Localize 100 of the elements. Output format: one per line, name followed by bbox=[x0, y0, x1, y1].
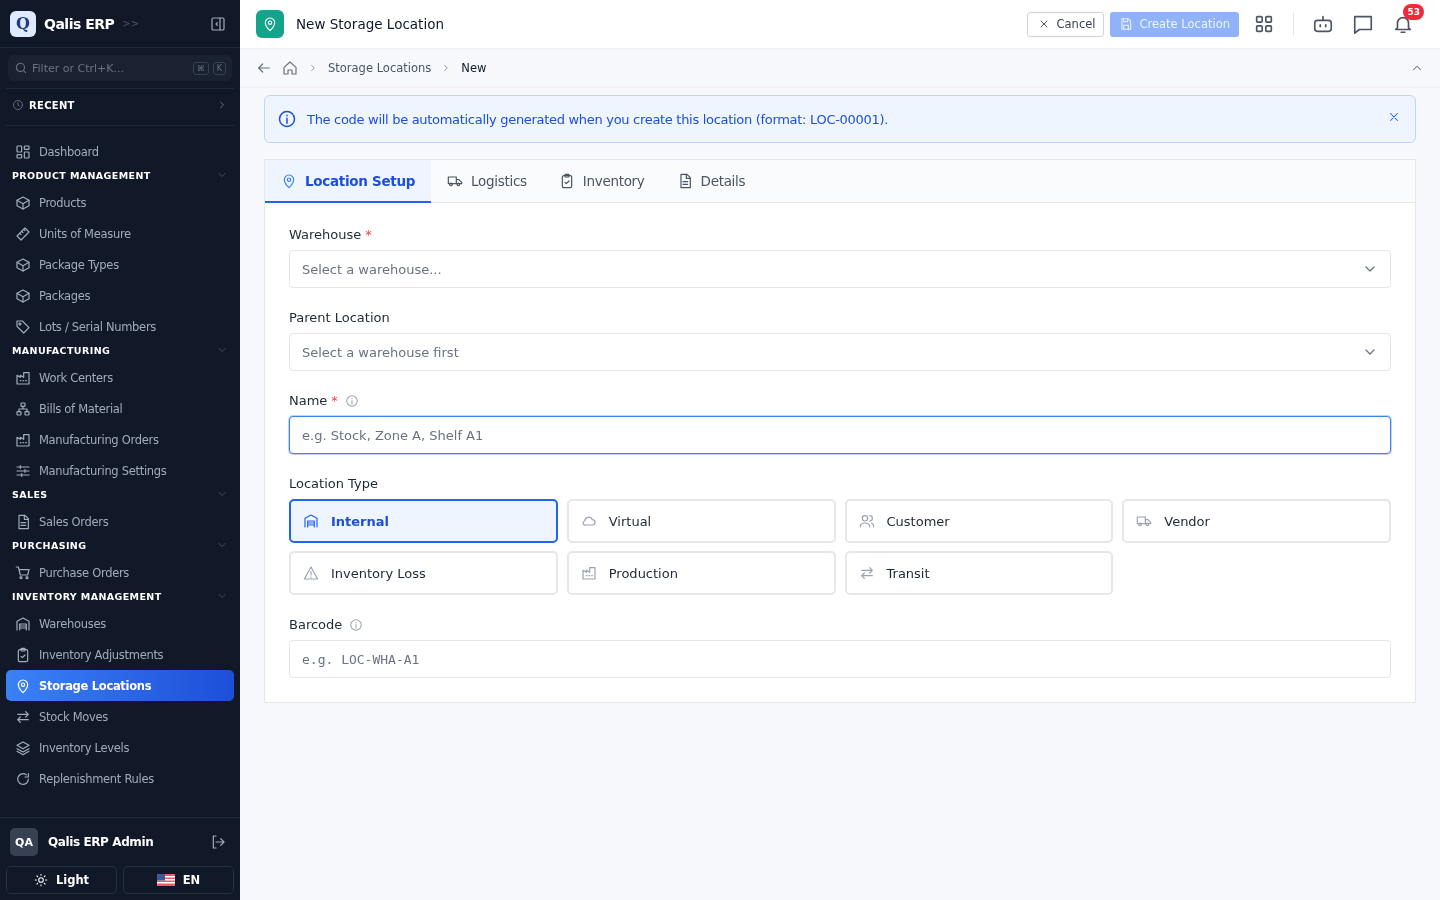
sidebar-item[interactable]: Work Centers bbox=[6, 362, 234, 393]
logo: Q bbox=[10, 10, 36, 37]
field-label: Location Type bbox=[289, 476, 378, 491]
tag-icon bbox=[15, 318, 31, 335]
sidebar-item[interactable]: Inventory Adjustments bbox=[6, 639, 234, 670]
input-field[interactable]: e.g. Stock, Zone A, Shelf A1 bbox=[289, 416, 1391, 454]
notification-badge: 53 bbox=[1403, 4, 1424, 20]
sidebar-item[interactable]: Lots / Serial Numbers bbox=[6, 311, 234, 342]
tab[interactable]: Inventory bbox=[542, 160, 661, 203]
sidebar-item[interactable]: Stock Moves bbox=[6, 701, 234, 732]
location-type-option[interactable]: Inventory Loss bbox=[289, 551, 558, 595]
ruler-icon bbox=[15, 225, 31, 242]
refresh-icon bbox=[15, 770, 31, 787]
sun-icon bbox=[33, 873, 48, 887]
info-icon bbox=[349, 617, 364, 632]
sidebar-item[interactable]: Products bbox=[6, 187, 234, 218]
collapse-sidebar-icon[interactable] bbox=[210, 15, 226, 32]
location-type-option[interactable]: Transit bbox=[844, 551, 1114, 595]
info-icon bbox=[344, 393, 359, 408]
sidebar-item[interactable]: Warehouses bbox=[6, 608, 234, 639]
required-mark: * bbox=[365, 227, 372, 242]
user-name: Qalis ERP Admin bbox=[48, 835, 154, 849]
recent-toggle[interactable]: RECENT bbox=[6, 88, 234, 126]
flag-icon bbox=[156, 874, 175, 886]
location-badge-icon bbox=[256, 10, 284, 38]
close-icon[interactable] bbox=[1387, 110, 1401, 124]
app-name: Qalis ERP bbox=[44, 15, 115, 32]
required-mark: * bbox=[331, 393, 338, 408]
map-pin-icon bbox=[281, 172, 297, 189]
field-label: Barcode bbox=[289, 617, 343, 632]
select-field[interactable]: Select a warehouse... bbox=[289, 250, 1391, 288]
truck-icon bbox=[1136, 513, 1153, 529]
layers-icon bbox=[15, 739, 31, 756]
section-header[interactable]: MANUFACTURING bbox=[6, 342, 234, 362]
user-avatar: QA bbox=[10, 828, 38, 856]
location-type-option[interactable]: Vendor bbox=[1122, 499, 1391, 543]
sidebar-item[interactable]: Units of Measure bbox=[6, 218, 234, 249]
clock-icon bbox=[12, 99, 24, 111]
sidebar-item[interactable]: Package Types bbox=[6, 249, 234, 280]
alert-message: The code will be automatically generated when you create this location (format: LOC-00001). bbox=[307, 111, 889, 127]
dashboard-icon bbox=[15, 143, 31, 160]
sidebar-item[interactable]: Storage Locations bbox=[6, 670, 234, 701]
apps-icon[interactable] bbox=[1253, 13, 1275, 35]
sidebar-item[interactable]: Replenishment Rules bbox=[6, 763, 234, 794]
logout-icon[interactable] bbox=[210, 834, 226, 850]
hierarchy-icon bbox=[15, 400, 31, 417]
back-icon[interactable] bbox=[256, 60, 272, 76]
warehouse-icon bbox=[15, 615, 31, 632]
breadcrumb-current: New bbox=[461, 61, 487, 75]
robot-icon[interactable] bbox=[1312, 13, 1334, 35]
sidebar-item[interactable]: Manufacturing Orders bbox=[6, 424, 234, 455]
users-icon bbox=[858, 513, 875, 529]
shortcut-key: ⌘ bbox=[192, 61, 209, 75]
field-label: Warehouse bbox=[289, 227, 362, 242]
sidebar-item[interactable]: Sales Orders bbox=[6, 506, 234, 537]
factory-icon bbox=[15, 369, 31, 386]
info-icon bbox=[277, 109, 297, 129]
chat-icon[interactable] bbox=[1352, 13, 1374, 35]
section-header[interactable]: SALES bbox=[6, 486, 234, 506]
map-pin-icon bbox=[15, 677, 31, 694]
tab[interactable]: Logistics bbox=[431, 160, 543, 203]
section-header[interactable]: PURCHASING bbox=[6, 537, 234, 557]
warehouse-icon bbox=[303, 513, 319, 529]
location-type-option[interactable]: Production bbox=[566, 551, 836, 595]
document-icon bbox=[15, 513, 31, 530]
sliders-icon bbox=[15, 462, 31, 479]
factory-icon bbox=[580, 565, 597, 581]
factory-icon bbox=[15, 431, 31, 448]
section-header[interactable]: INVENTORY MANAGEMENT bbox=[6, 588, 234, 608]
field-label: Parent Location bbox=[289, 310, 390, 325]
sidebar-item[interactable]: Purchase Orders bbox=[6, 557, 234, 588]
location-type-option[interactable]: Virtual bbox=[566, 499, 836, 543]
field-label: Name bbox=[289, 393, 328, 408]
sidebar-item[interactable]: Inventory Levels bbox=[6, 732, 234, 763]
select-field[interactable]: Select a warehouse first bbox=[289, 333, 1391, 371]
box-icon bbox=[15, 287, 31, 304]
box-icon bbox=[15, 194, 31, 211]
home-icon[interactable] bbox=[282, 60, 298, 76]
cancel-button[interactable]: Cancel bbox=[1026, 11, 1105, 37]
theme-button[interactable]: Light bbox=[6, 866, 117, 894]
shortcut-key: K bbox=[212, 61, 226, 75]
section-header[interactable]: PRODUCT MANAGEMENT bbox=[6, 167, 234, 187]
arrows-icon bbox=[858, 565, 875, 581]
clipboard-icon bbox=[15, 646, 31, 663]
sidebar-item[interactable]: Dashboard bbox=[6, 136, 234, 167]
location-type-option[interactable]: Internal bbox=[289, 499, 558, 543]
location-type-option[interactable]: Customer bbox=[844, 499, 1114, 543]
sidebar-item[interactable]: Manufacturing Settings bbox=[6, 455, 234, 486]
box-icon bbox=[15, 256, 31, 273]
search-icon bbox=[14, 61, 28, 75]
tab[interactable]: Details bbox=[660, 160, 762, 203]
language-button[interactable]: EN bbox=[123, 866, 234, 894]
breadcrumb-link[interactable]: Storage Locations bbox=[328, 61, 432, 75]
warning-icon bbox=[303, 565, 319, 581]
cart-icon bbox=[15, 564, 31, 581]
sidebar-item[interactable]: Packages bbox=[6, 280, 234, 311]
save-icon bbox=[1119, 17, 1134, 31]
tab[interactable]: Location Setup bbox=[265, 160, 432, 203]
sidebar-item[interactable]: Bills of Material bbox=[6, 393, 234, 424]
breadcrumb-separator-icon bbox=[308, 63, 318, 73]
